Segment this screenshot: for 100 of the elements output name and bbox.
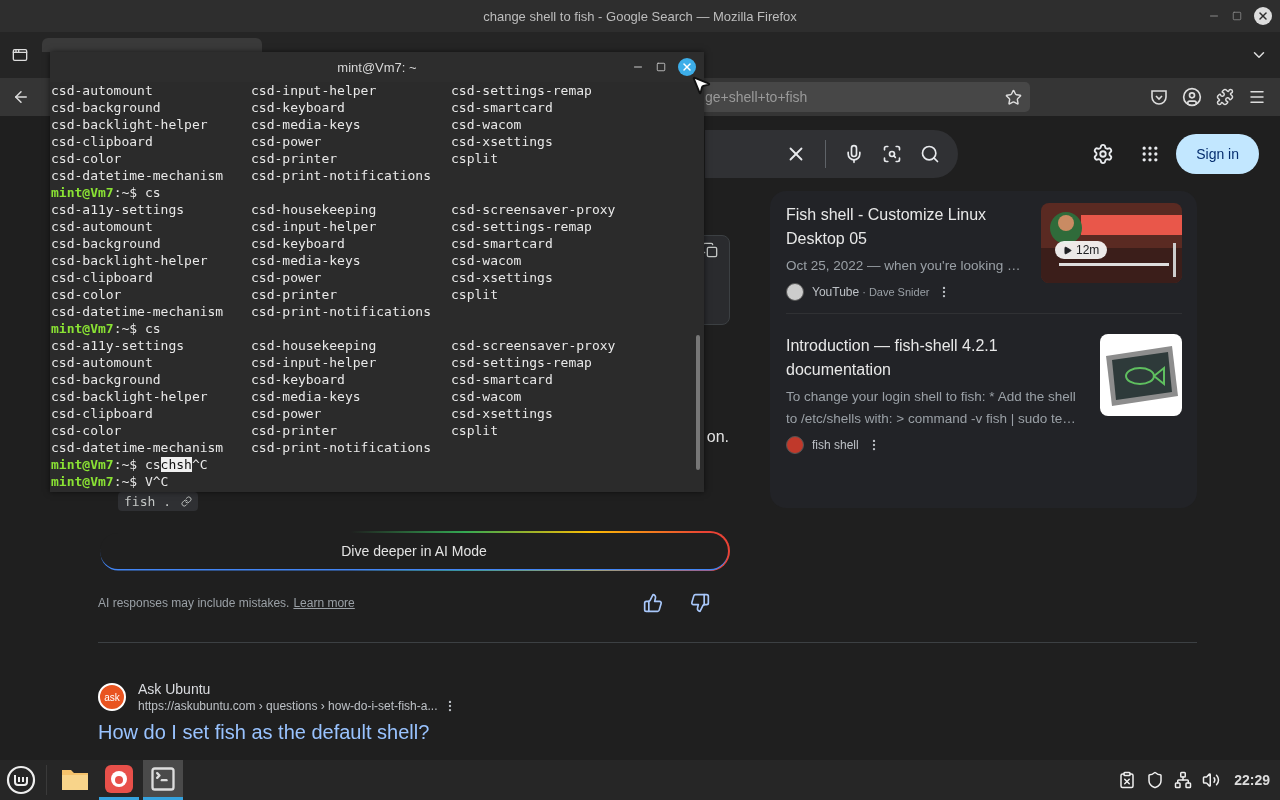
taskbar-app[interactable] <box>143 760 183 800</box>
terminal-text: csd-keyboard <box>251 99 346 116</box>
window-title: change shell to fish - Google Search — Mozilla Firefox <box>483 8 797 24</box>
terminal-text: csd-automount <box>51 82 154 99</box>
terminal-text: csd-xsettings <box>451 405 554 422</box>
result-title[interactable]: Introduction — fish-shell 4.2.1 documentation <box>786 334 1088 382</box>
source-name: fish shell <box>812 438 859 452</box>
terminal-text: csd-backlight-helper <box>51 252 209 269</box>
menu-icon[interactable] <box>1248 88 1266 106</box>
terminal-text: csd-xsettings <box>451 269 554 286</box>
terminal-text: csd-clipboard <box>51 133 154 150</box>
result-snippet: Oct 25, 2022 — when you're looking … <box>786 257 1022 275</box>
terminal-text: csd-wacom <box>451 116 523 133</box>
shield-icon[interactable] <box>1146 771 1165 789</box>
sign-in-button[interactable]: Sign in <box>1176 133 1259 174</box>
network-icon[interactable] <box>1174 771 1193 789</box>
terminal-text: csd-color <box>51 150 123 167</box>
extensions-icon[interactable] <box>1216 88 1234 106</box>
terminal-text: csd-keyboard <box>251 235 346 252</box>
terminal-text: csd-clipboard <box>51 405 154 422</box>
terminal-text: csd-xsettings <box>451 133 554 150</box>
volume-icon[interactable] <box>1202 771 1221 789</box>
settings-icon[interactable] <box>1092 142 1115 165</box>
terminal-text: csd-automount <box>51 354 154 371</box>
maximize-icon[interactable] <box>1232 11 1242 21</box>
close-button[interactable] <box>678 58 696 76</box>
close-button[interactable] <box>1254 7 1272 25</box>
terminal-text: csd-automount <box>51 218 154 235</box>
terminal-text: csd-housekeeping <box>251 201 378 218</box>
terminal-text: csd-clipboard <box>51 269 154 286</box>
maximize-icon[interactable] <box>656 62 666 72</box>
pocket-icon[interactable] <box>1150 88 1168 106</box>
source-name: YouTube <box>812 285 860 299</box>
thumbs-down-icon[interactable] <box>690 593 710 613</box>
terminal-text: csd-input-helper <box>251 82 378 99</box>
close-icon <box>1257 10 1269 22</box>
terminal-text: csd-power <box>251 133 323 150</box>
terminal-text: csd-backlight-helper <box>51 388 209 405</box>
result-snippet: To change your login shell to fish: * Add the shell to /etc/shells with: > command -v fish | sudo te… <box>786 388 1077 428</box>
terminal-text: csd-settings-remap <box>451 354 593 371</box>
close-icon <box>681 61 693 73</box>
terminal-text: csd-datetime-mechanism <box>51 167 225 184</box>
terminal-text: csd-media-keys <box>251 116 362 133</box>
result-title[interactable]: How do I set fish as the default shell? <box>98 721 1197 744</box>
terminal-text: csd-settings-remap <box>451 82 593 99</box>
site-logo-icon <box>786 436 804 454</box>
terminal-text: csd-background <box>51 235 162 252</box>
answer-text: on. <box>706 428 729 446</box>
microphone-icon[interactable] <box>844 143 864 164</box>
author-name: · Dave Snider <box>862 286 930 298</box>
disclaimer-text: AI responses may include mistakes. <box>98 596 290 610</box>
terminal-text: csd-smartcard <box>451 235 554 252</box>
link-icon[interactable] <box>180 496 192 507</box>
thumbs-up-icon[interactable] <box>643 593 663 613</box>
clock[interactable]: 22:29 <box>1234 772 1270 788</box>
tab-list-icon[interactable] <box>12 47 28 63</box>
terminal-text: csd-datetime-mechanism <box>51 303 225 320</box>
terminal-text: csd-wacom <box>451 252 523 269</box>
terminal-text: csd-wacom <box>451 388 523 405</box>
browser-icon <box>105 764 133 793</box>
terminal-prompt: mint@Vm7:~$ cs <box>51 320 162 337</box>
terminal-text: csd-background <box>51 371 162 388</box>
terminal-prompt: mint@Vm7:~$ cs <box>51 184 162 201</box>
ai-mode-button[interactable]: Dive deeper in AI Mode <box>98 531 730 571</box>
terminal-text: csd-smartcard <box>451 99 554 116</box>
terminal-text: csd-housekeeping <box>251 337 378 354</box>
terminal-text: csd-power <box>251 269 323 286</box>
clipboard-icon[interactable] <box>1118 771 1137 789</box>
avatar <box>786 283 804 301</box>
terminal-text: csd-backlight-helper <box>51 116 209 133</box>
search-field[interactable] <box>705 129 958 178</box>
terminal-text: csd-media-keys <box>251 388 362 405</box>
result-url: https://askubuntu.com › questions › how-do-i-set-fish-a... <box>138 699 438 713</box>
bookmark-star-icon[interactable] <box>1005 88 1022 106</box>
terminal-text: csd-settings-remap <box>451 218 593 235</box>
terminal-text: csd-print-notifications <box>251 439 432 456</box>
scrollbar-thumb[interactable] <box>696 335 700 470</box>
terminal-text: csd-power <box>251 405 323 422</box>
terminal-text: csd-printer <box>251 150 339 167</box>
terminal-text: csplit <box>451 150 499 167</box>
code-chip: fish . <box>118 492 198 511</box>
terminal-text: csd-datetime-mechanism <box>51 439 225 456</box>
back-icon[interactable] <box>12 88 30 106</box>
terminal-text: csd-print-notifications <box>251 167 432 184</box>
copy-icon[interactable] <box>702 242 718 258</box>
learn-more-link[interactable]: Learn more <box>293 596 355 610</box>
terminal-text: csd-print-notifications <box>251 303 432 320</box>
terminal-text: csplit <box>451 286 499 303</box>
duration-badge: 12m <box>1055 241 1108 259</box>
terminal-text: csplit <box>451 422 499 439</box>
account-icon[interactable] <box>1182 87 1202 107</box>
search-icon[interactable] <box>920 143 940 164</box>
camera-search-icon[interactable] <box>882 143 902 164</box>
terminal-prompt: mint@Vm7:~$ cschsh^C <box>51 456 209 473</box>
terminal-text: csd-printer <box>251 422 339 439</box>
menu-logo-icon[interactable] <box>6 765 36 795</box>
terminal-text: csd-media-keys <box>251 252 362 269</box>
result-title[interactable]: Fish shell - Customize Linux Desktop 05 <box>786 203 1029 251</box>
terminal-text: csd-input-helper <box>251 354 378 371</box>
terminal-text: csd-input-helper <box>251 218 378 235</box>
